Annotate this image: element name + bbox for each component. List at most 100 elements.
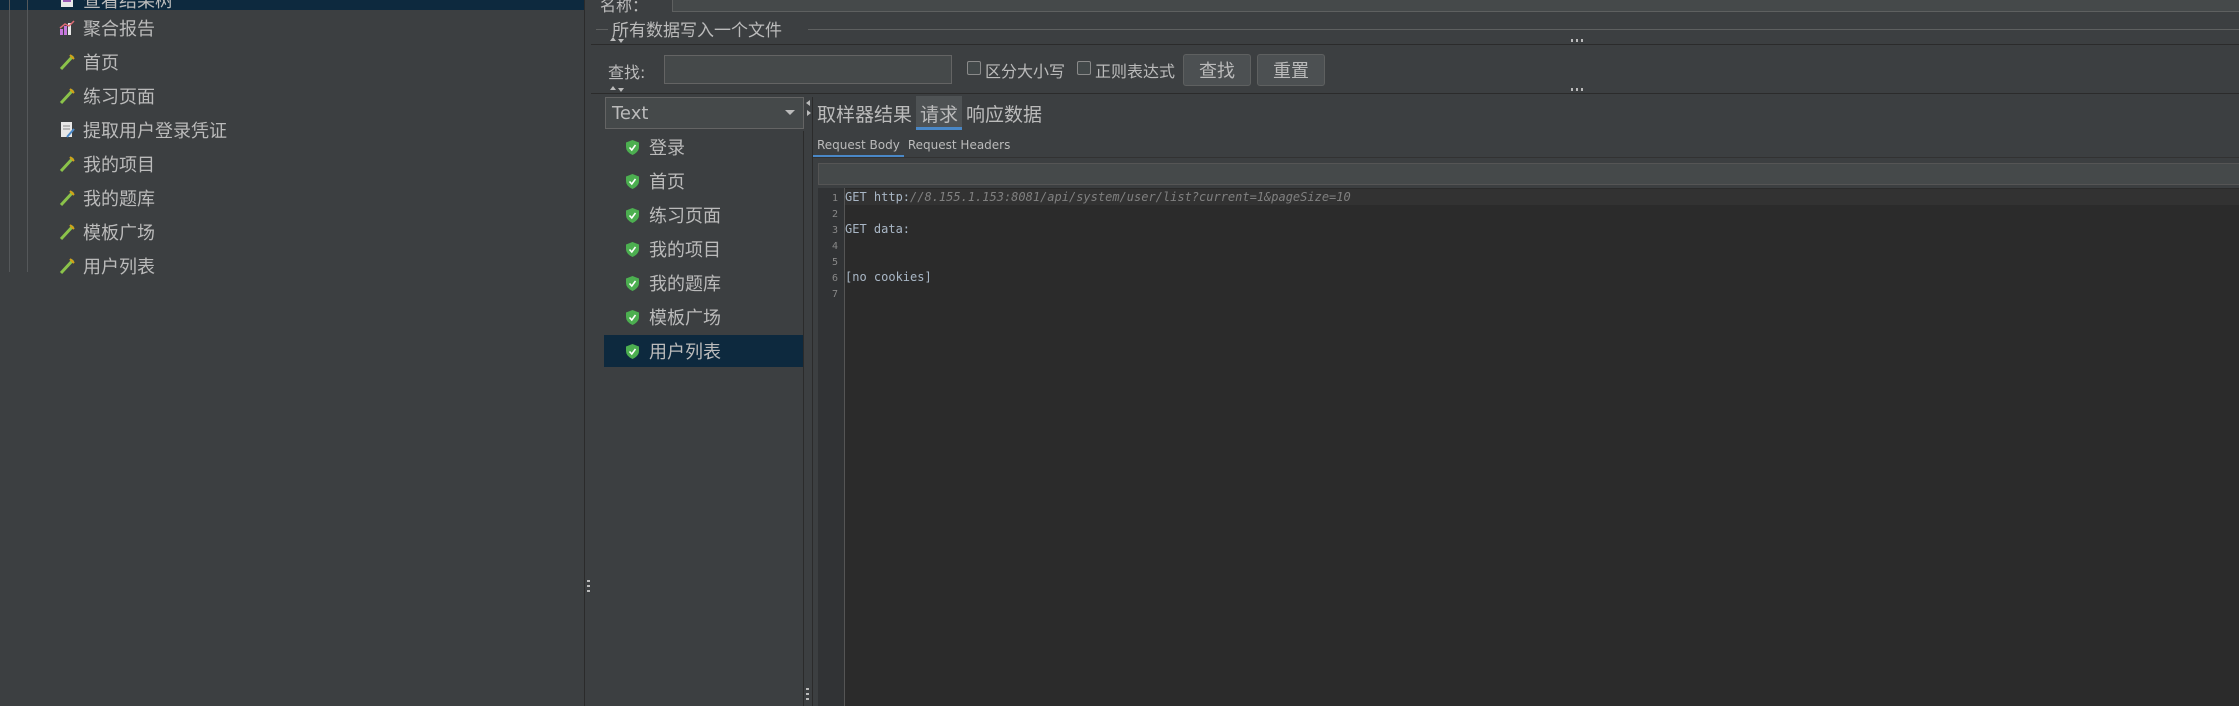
tab-sampler-result[interactable]: 取样器结果 — [813, 96, 916, 130]
tree-item-home[interactable]: 首页 — [58, 49, 119, 75]
tab-request[interactable]: 请求 — [916, 96, 963, 130]
tree-item-template-square[interactable]: 模板广场 — [58, 219, 155, 245]
tree-item-aggregate-report[interactable]: 聚合报告 — [58, 15, 155, 41]
chart-icon — [58, 19, 76, 37]
code-method: GET http: — [845, 190, 911, 204]
code-line: [no cookies] — [845, 270, 932, 284]
name-label: 名称： — [600, 0, 649, 15]
tree-item-label: 提取用户登录凭证 — [83, 121, 227, 142]
shield-check-icon — [626, 173, 639, 189]
test-plan-tree: 查看结果树 聚合报告 首页 练习页面 提取用户登录凭证 我的项目 我的题库 模板… — [0, 0, 584, 706]
reset-button[interactable]: 重置 — [1257, 54, 1325, 86]
tree-item-label: 查看结果树 — [83, 0, 173, 12]
divider — [591, 44, 2239, 45]
splitter-grip-icon[interactable] — [1571, 39, 1585, 42]
list-item-label: 我的项目 — [649, 240, 721, 261]
list-item-label: 练习页面 — [649, 206, 721, 227]
line-number-gutter: 1 2 3 4 5 6 7 — [818, 188, 845, 706]
shield-check-icon — [626, 275, 639, 291]
list-item-selected[interactable]: 用户列表 — [604, 335, 803, 367]
line-number: 4 — [831, 241, 838, 252]
splitter-grip-icon[interactable] — [806, 688, 809, 702]
sampler-icon — [58, 155, 76, 173]
tree-item-my-projects[interactable]: 我的项目 — [58, 151, 155, 177]
request-subtabs: Request Body Request Headers — [813, 133, 1014, 157]
line-number: 7 — [831, 289, 838, 300]
divider — [591, 93, 2239, 94]
tree-item-practice-page[interactable]: 练习页面 — [58, 83, 155, 109]
tab-request-headers[interactable]: Request Headers — [904, 133, 1015, 157]
editor-toolbar — [818, 163, 2239, 185]
search-label: 查找: — [608, 63, 646, 82]
tree-item-user-list[interactable]: 用户列表 — [58, 253, 155, 279]
chevron-down-icon — [785, 110, 795, 115]
list-item-label: 用户列表 — [649, 342, 721, 363]
sample-results-list: 登录 首页 练习页面 我的项目 我的题库 模板广场 用户列表 — [604, 131, 804, 706]
shield-check-icon — [626, 309, 639, 325]
expand-up-icon[interactable] — [610, 37, 616, 41]
line-number: 5 — [831, 257, 838, 268]
tab-response-data[interactable]: 响应数据 — [962, 96, 1046, 130]
sampler-icon — [58, 257, 76, 275]
regex-label: 正则表达式 — [1095, 62, 1176, 81]
splitter-grip-icon[interactable] — [1571, 88, 1585, 91]
script-icon — [58, 121, 76, 139]
fieldset-border — [808, 29, 2239, 30]
sampler-icon — [58, 53, 76, 71]
shield-check-icon — [626, 139, 639, 155]
collapse-down-icon[interactable] — [618, 39, 624, 43]
list-item[interactable]: 模板广场 — [604, 301, 803, 333]
tree-item-label: 我的项目 — [83, 155, 155, 176]
fieldset-border — [596, 29, 608, 30]
tree-guide-line — [9, 0, 10, 272]
tree-item-label: 首页 — [83, 53, 119, 74]
list-item-label: 模板广场 — [649, 308, 721, 329]
collapse-left-icon[interactable] — [806, 100, 810, 106]
expand-up-icon[interactable] — [610, 86, 616, 90]
detail-tabs: 取样器结果 请求 响应数据 — [813, 96, 1046, 130]
report-icon — [58, 0, 76, 9]
tree-item-label: 我的题库 — [83, 189, 155, 210]
sampler-icon — [58, 223, 76, 241]
divider — [813, 157, 2239, 158]
name-input[interactable] — [672, 0, 2239, 12]
list-item[interactable]: 我的题库 — [604, 267, 803, 299]
tree-guide-line — [27, 0, 28, 272]
code-url: //8.155.1.153:8081/api/system/user/list?… — [910, 190, 1351, 204]
search-input[interactable] — [664, 55, 952, 84]
line-number: 3 — [831, 225, 838, 236]
tree-item-extract-credentials[interactable]: 提取用户登录凭证 — [58, 117, 227, 143]
renderer-select-value: Text — [612, 102, 649, 124]
regex-checkbox[interactable] — [1077, 61, 1091, 75]
list-item[interactable]: 首页 — [604, 165, 803, 197]
tree-item-label: 模板广场 — [83, 223, 155, 244]
tree-item-view-results-tree[interactable]: 查看结果树 — [58, 0, 173, 13]
expand-right-icon[interactable] — [807, 110, 811, 116]
list-item-label: 我的题库 — [649, 274, 721, 295]
list-item[interactable]: 练习页面 — [604, 199, 803, 231]
tab-request-body[interactable]: Request Body — [813, 133, 904, 157]
tree-item-my-question-bank[interactable]: 我的题库 — [58, 185, 155, 211]
shield-check-icon — [626, 207, 639, 223]
list-item[interactable]: 登录 — [604, 131, 803, 163]
sampler-icon — [58, 189, 76, 207]
shield-check-icon — [626, 343, 639, 359]
find-button[interactable]: 查找 — [1183, 54, 1251, 86]
shield-check-icon — [626, 241, 639, 257]
list-item-label: 登录 — [649, 138, 685, 159]
tree-item-label: 用户列表 — [83, 257, 155, 278]
case-sensitive-label: 区分大小写 — [985, 62, 1066, 81]
list-item[interactable]: 我的项目 — [604, 233, 803, 265]
case-sensitive-checkbox[interactable] — [967, 61, 981, 75]
collapse-down-icon[interactable] — [618, 88, 624, 92]
sampler-icon — [58, 87, 76, 105]
line-number: 6 — [831, 273, 838, 284]
line-number: 2 — [831, 209, 838, 220]
request-body-editor[interactable] — [818, 188, 2239, 706]
splitter-grip-icon[interactable] — [587, 580, 590, 594]
renderer-select[interactable]: Text — [605, 97, 804, 129]
write-all-fieldset-title: 所有数据写入一个文件 — [610, 16, 784, 41]
detail-splitter[interactable] — [803, 97, 813, 706]
code-line: GET http://8.155.1.153:8081/api/system/u… — [845, 190, 1351, 204]
code-line: GET data: — [845, 222, 911, 236]
